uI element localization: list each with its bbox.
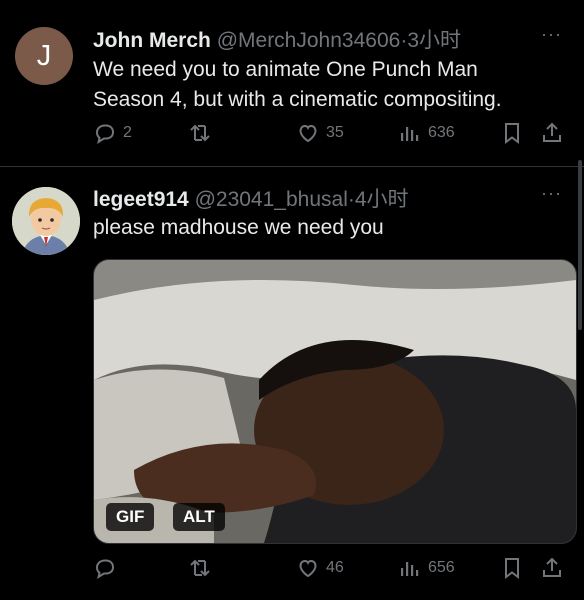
more-options-icon[interactable]: ··· xyxy=(541,183,562,204)
views-icon xyxy=(401,127,419,141)
avatar[interactable] xyxy=(12,187,80,255)
handle[interactable]: @MerchJohn34606 xyxy=(217,29,401,52)
reply-button[interactable]: 2 xyxy=(93,118,132,148)
bookmark-icon xyxy=(505,123,519,144)
tweet-text: We need you to animate One Punch Man Sea… xyxy=(93,55,563,115)
tweet-header: John Merch @MerchJohn34606·3小时 xyxy=(93,24,461,54)
heart-icon xyxy=(299,559,317,578)
tweet-header: legeet914 @23041_bhusal·4小时 xyxy=(93,183,409,213)
like-count: 35 xyxy=(326,124,344,141)
timestamp[interactable]: 3小时 xyxy=(407,29,461,52)
bookmark-button[interactable] xyxy=(500,553,524,583)
action-bar: 2 35 636 xyxy=(0,118,584,148)
reply-icon xyxy=(95,124,115,145)
reply-button[interactable] xyxy=(93,553,117,583)
views-button[interactable]: 636 xyxy=(398,118,455,148)
timestamp[interactable]: 4小时 xyxy=(355,188,409,211)
separator: · xyxy=(347,188,355,211)
share-button[interactable] xyxy=(540,118,564,148)
views-count: 636 xyxy=(428,124,455,141)
cartoon-avatar-image xyxy=(12,187,80,255)
like-button[interactable]: 46 xyxy=(296,553,344,583)
handle[interactable]: @23041_bhusal xyxy=(195,188,348,211)
gif-image xyxy=(94,260,576,543)
views-button[interactable]: 656 xyxy=(398,553,455,583)
share-icon xyxy=(543,557,561,577)
retweet-button[interactable] xyxy=(188,118,212,148)
gif-media[interactable]: GIF ALT xyxy=(93,259,577,544)
alt-badge[interactable]: ALT xyxy=(173,503,225,531)
gif-badge: GIF xyxy=(106,503,155,531)
reply-icon xyxy=(95,559,115,580)
like-count: 46 xyxy=(326,559,344,576)
heart-icon xyxy=(299,124,317,143)
display-name[interactable]: John Merch xyxy=(93,29,211,52)
views-icon xyxy=(401,562,419,576)
display-name[interactable]: legeet914 xyxy=(93,188,189,211)
avatar[interactable]: J xyxy=(15,27,73,85)
tweet[interactable]: J John Merch @MerchJohn34606·3小时 ··· We … xyxy=(0,0,584,166)
avatar-letter: J xyxy=(36,39,52,72)
retweet-icon xyxy=(190,559,210,577)
tweet-text: please madhouse we need you xyxy=(93,216,384,239)
reply-count: 2 xyxy=(123,124,132,141)
retweet-icon xyxy=(190,124,210,142)
share-button[interactable] xyxy=(540,553,564,583)
share-icon xyxy=(543,122,561,142)
like-button[interactable]: 35 xyxy=(296,118,344,148)
tweet-text-line: We need you to animate One Punch Man xyxy=(93,58,478,81)
retweet-button[interactable] xyxy=(188,553,212,583)
more-options-icon[interactable]: ··· xyxy=(541,24,562,45)
tweet[interactable]: legeet914 @23041_bhusal·4小时 ··· please m… xyxy=(0,167,584,600)
scrollbar[interactable] xyxy=(578,160,582,330)
views-count: 656 xyxy=(428,559,455,576)
bookmark-icon xyxy=(505,558,519,579)
bookmark-button[interactable] xyxy=(500,118,524,148)
action-bar: 46 656 xyxy=(0,553,584,583)
tweet-text-line: Season 4, but with a cinematic compositi… xyxy=(93,88,502,111)
